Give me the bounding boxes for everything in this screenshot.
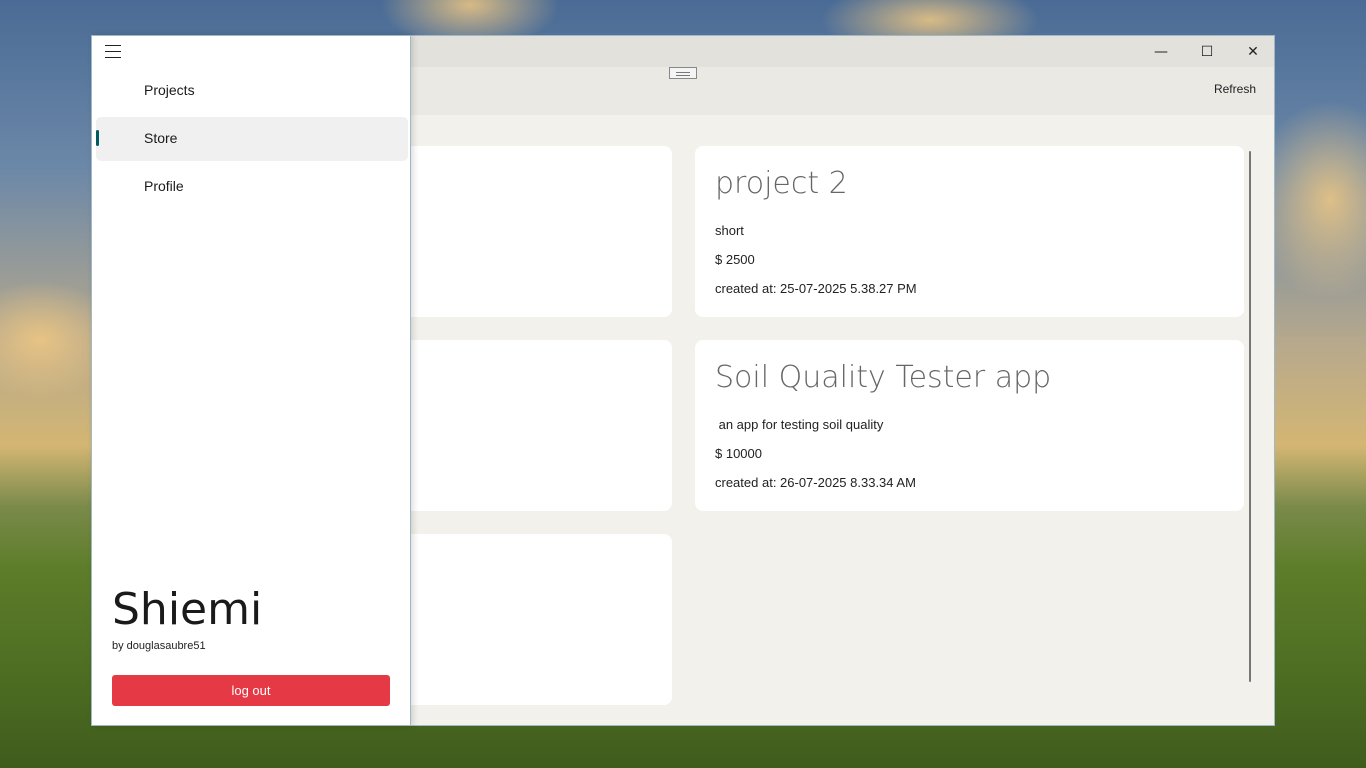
- sidebar-item-projects[interactable]: Projects: [96, 69, 408, 113]
- project-price: $ 10000: [715, 446, 762, 461]
- sidebar-item-profile[interactable]: Profile: [96, 165, 408, 209]
- sidebar-item-label: Profile: [144, 178, 184, 194]
- author-byline: by douglasaubre51: [112, 640, 206, 652]
- logout-button[interactable]: log out: [112, 675, 390, 706]
- app-name: Shiemi: [112, 584, 263, 635]
- vertical-scrollbar[interactable]: [1249, 151, 1251, 682]
- project-card[interactable]: project 2 short $ 2500 created at: 25-07…: [695, 146, 1244, 317]
- project-description: short: [715, 223, 744, 238]
- minimize-button[interactable]: —: [1138, 36, 1184, 67]
- hamburger-menu-icon[interactable]: [105, 44, 121, 58]
- project-description: an app for testing soil quality: [715, 417, 884, 432]
- project-title: Soil Quality Tester app: [715, 360, 1052, 395]
- sidebar-item-store[interactable]: Store: [96, 117, 408, 161]
- project-created-at: created at: 25-07-2025 5.38.27 PM: [715, 281, 917, 296]
- refresh-button[interactable]: Refresh: [1214, 82, 1256, 96]
- sidebar-item-label: Projects: [144, 82, 195, 98]
- navigation-pane: Projects Store Profile Shiemi by douglas…: [91, 35, 411, 726]
- project-card[interactable]: Soil Quality Tester app an app for testi…: [695, 340, 1244, 511]
- drag-handle-icon[interactable]: [669, 67, 697, 79]
- close-button[interactable]: ✕: [1230, 36, 1274, 67]
- project-title: project 2: [715, 166, 848, 201]
- project-price: $ 2500: [715, 252, 755, 267]
- project-created-at: created at: 26-07-2025 8.33.34 AM: [715, 475, 916, 490]
- maximize-button[interactable]: ☐: [1184, 36, 1230, 67]
- selection-indicator: [96, 130, 99, 146]
- sidebar-item-label: Store: [144, 130, 178, 146]
